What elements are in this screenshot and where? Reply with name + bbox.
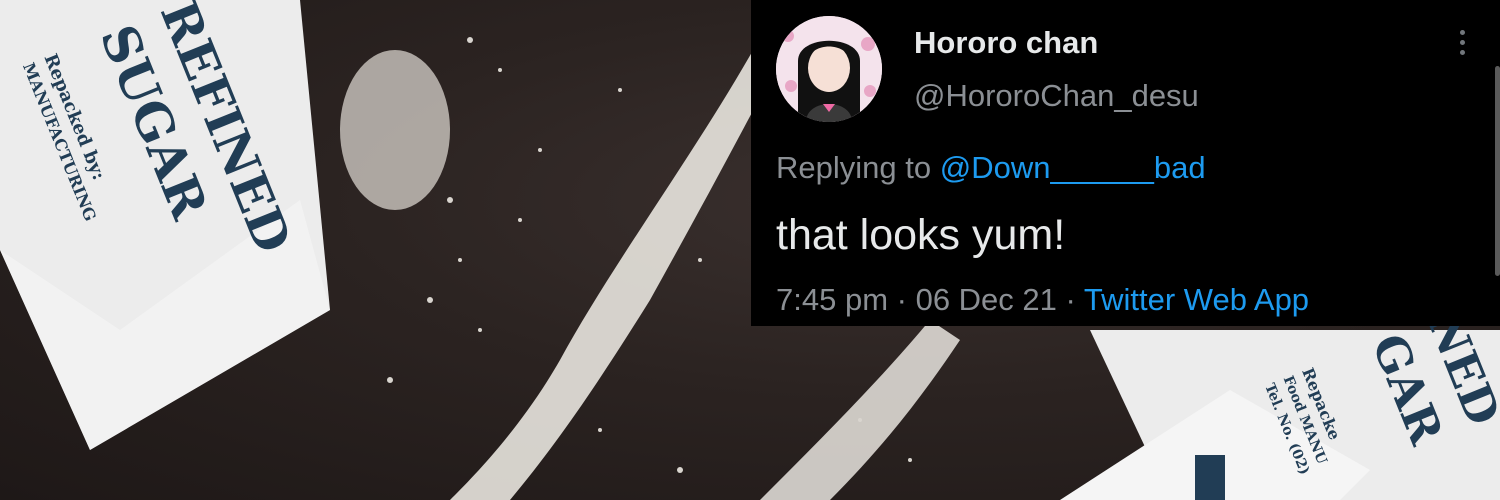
- avatar-anime-girl-icon: [776, 16, 882, 122]
- tweet-date[interactable]: 06 Dec 21: [916, 282, 1057, 317]
- sugar-line-right: [760, 320, 960, 500]
- tweet-meta: 7:45 pm · 06 Dec 21 · Twitter Web App: [776, 282, 1309, 318]
- sugar-pile: [340, 50, 450, 210]
- meta-separator: ·: [888, 282, 916, 317]
- tweet-text: that looks yum!: [776, 211, 1066, 259]
- avatar[interactable]: [776, 16, 882, 122]
- tweet-source-link[interactable]: Twitter Web App: [1084, 282, 1309, 317]
- scrollbar-thumb[interactable]: [1495, 66, 1500, 276]
- tweet-card: Hororo chan @HororoChan_desu Replying to…: [751, 0, 1500, 326]
- more-vertical-icon[interactable]: [1458, 30, 1466, 60]
- mention-link[interactable]: @Down______bad: [940, 150, 1206, 185]
- tweet-time[interactable]: 7:45 pm: [776, 282, 888, 317]
- sugar-packet-left: REFINED SUGAR Repacked by: MANUFACTURING: [0, 0, 330, 450]
- sugar-packet-right: NED GAR Repacke Food MANU Tel. No. (02): [1060, 304, 1500, 500]
- replying-to-label: Replying to: [776, 150, 940, 185]
- replying-to-line: Replying to @Down______bad: [776, 150, 1206, 186]
- meta-separator: ·: [1056, 282, 1084, 317]
- user-handle[interactable]: @HororoChan_desu: [914, 78, 1199, 114]
- display-name[interactable]: Hororo chan: [914, 25, 1098, 61]
